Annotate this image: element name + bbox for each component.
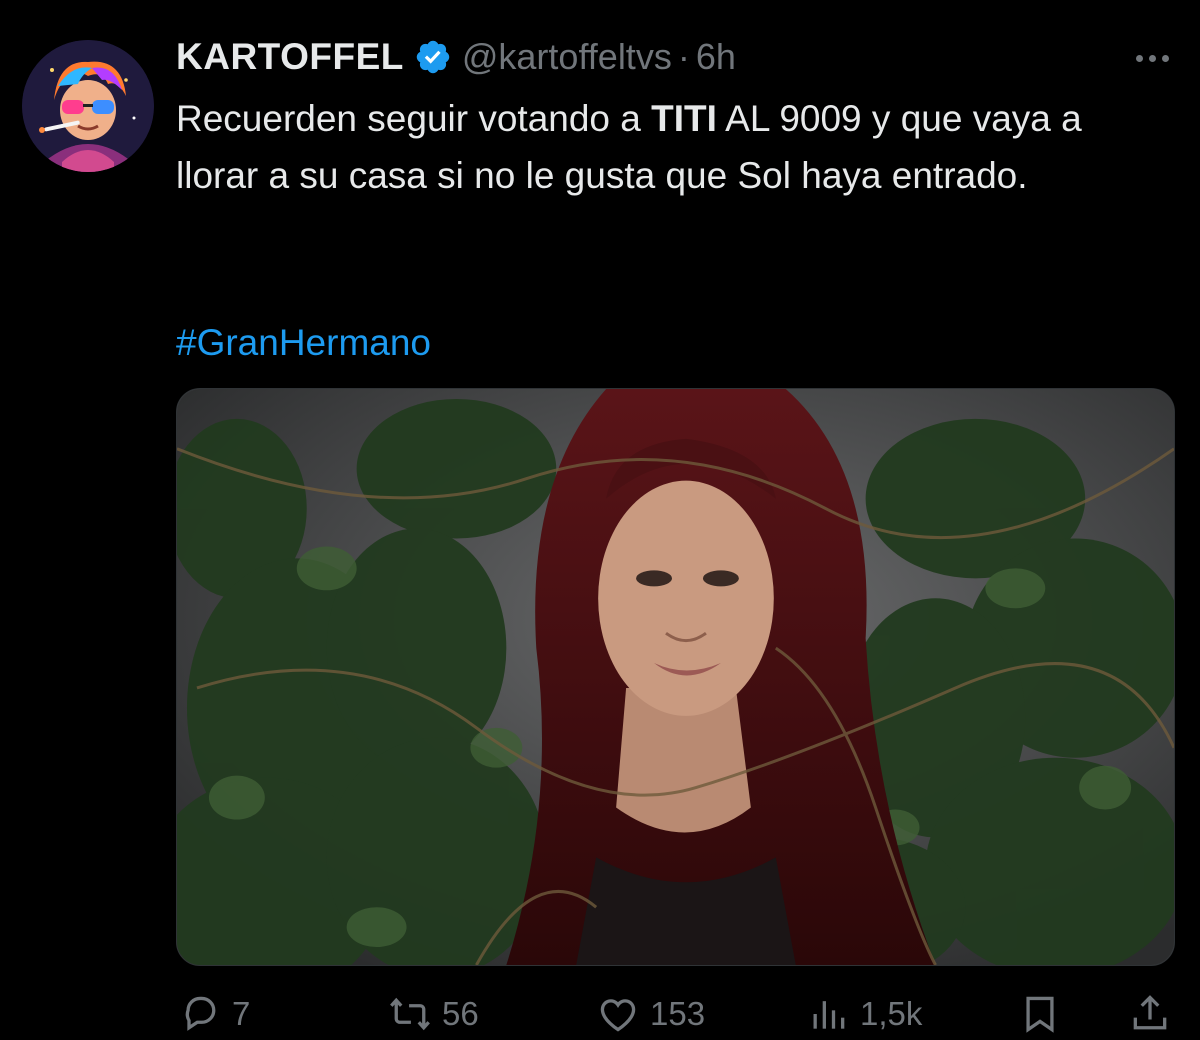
views-count: 1,5k: [860, 995, 923, 1032]
tweet-text-bold: TITI: [651, 98, 717, 139]
tweet-media-photo[interactable]: [176, 388, 1175, 966]
repost-icon: [390, 997, 430, 1031]
reply-count: 7: [232, 995, 251, 1032]
views-icon: [813, 1001, 845, 1029]
reply-button[interactable]: 7: [178, 992, 250, 1036]
separator-dot: ·: [677, 36, 690, 77]
tweet-text-part1: Recuerden seguir votando a: [176, 98, 652, 139]
like-button[interactable]: 153: [596, 992, 705, 1036]
heart-icon: [600, 999, 636, 1032]
repost-button[interactable]: 56: [388, 992, 479, 1036]
share-button[interactable]: [1128, 992, 1172, 1036]
verified-badge-icon: [414, 38, 452, 76]
tweet-header: KARTOFFEL @kartoffeltvs · 6h: [176, 32, 736, 82]
action-bar: 7 56 153 1,5k: [0, 984, 1200, 1040]
share-icon: [1133, 995, 1167, 1030]
bookmark-icon: [1026, 996, 1054, 1033]
author-avatar[interactable]: [22, 40, 154, 172]
reply-icon: [185, 996, 216, 1031]
post-time[interactable]: 6h: [696, 36, 736, 78]
like-count: 153: [650, 995, 706, 1032]
hashtag-link[interactable]: #GranHermano: [176, 314, 431, 371]
tweet-text: Recuerden seguir votando a TITI AL 9009 …: [176, 90, 1166, 204]
bookmark-button[interactable]: [1018, 992, 1062, 1036]
author-name[interactable]: KARTOFFEL: [176, 36, 404, 78]
more-dots-icon[interactable]: [1126, 40, 1178, 76]
repost-count: 56: [442, 995, 479, 1032]
views-button[interactable]: 1,5k: [806, 992, 922, 1036]
author-handle[interactable]: @kartoffeltvs: [462, 36, 672, 78]
